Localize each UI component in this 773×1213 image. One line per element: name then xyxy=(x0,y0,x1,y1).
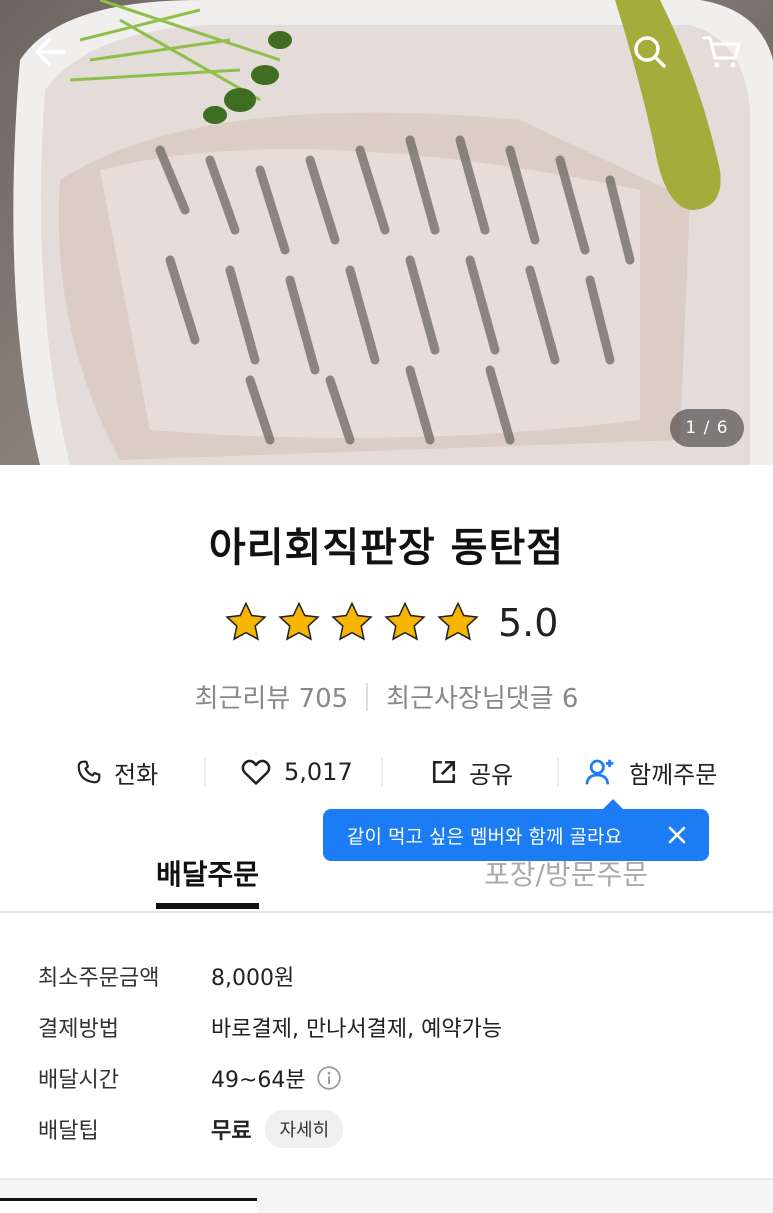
close-icon[interactable] xyxy=(663,821,691,849)
like-count: 5,017 xyxy=(284,758,353,786)
tip-detail-button[interactable]: 자세히 xyxy=(265,1109,344,1148)
info-value-wrap: 49~64분 xyxy=(211,1062,342,1094)
recent-reviews-link[interactable]: 최근리뷰 705 xyxy=(195,678,349,715)
star-icon xyxy=(331,601,373,641)
search-button[interactable] xyxy=(626,28,674,76)
search-icon xyxy=(634,36,666,68)
star-icon xyxy=(225,601,267,641)
review-summary: 최근리뷰 705 최근사장님댓글 6 xyxy=(0,678,773,715)
share-button[interactable]: 공유 xyxy=(431,750,513,794)
divider xyxy=(366,682,369,711)
info-row-delivery-tip: 배달팁 무료 자세히 xyxy=(38,1103,502,1154)
info-value: 바로결제, 만나서결제, 예약가능 xyxy=(211,1016,503,1042)
info-row-payment: 결제방법 바로결제, 만나서결제, 예약가능 xyxy=(38,1001,502,1052)
share-label: 공유 xyxy=(469,760,514,789)
star-icon xyxy=(278,601,320,641)
star-icon xyxy=(437,601,479,641)
info-icon[interactable] xyxy=(316,1065,342,1091)
add-person-icon xyxy=(585,759,614,785)
info-label: 결제방법 xyxy=(38,1016,119,1042)
cart-button[interactable] xyxy=(698,28,746,76)
divider xyxy=(557,758,559,786)
owner-replies-link[interactable]: 최근사장님댓글 6 xyxy=(386,678,578,715)
rating: 5.0 xyxy=(222,600,558,646)
store-photo[interactable]: 1 / 6 xyxy=(0,0,773,465)
star-rating xyxy=(222,600,482,646)
info-value: 8,000원 xyxy=(211,965,295,991)
info-value-wrap: 무료 자세히 xyxy=(211,1109,344,1148)
rating-score: 5.0 xyxy=(498,601,559,645)
like-button[interactable]: 5,017 xyxy=(240,750,353,794)
call-button[interactable]: 전화 xyxy=(76,750,158,794)
info-value: 49~64분 xyxy=(211,1067,306,1093)
call-label: 전화 xyxy=(114,760,159,789)
cart-icon xyxy=(702,36,741,68)
info-row-delivery-time: 배달시간 49~64분 xyxy=(38,1052,502,1103)
group-order-label: 함께주문 xyxy=(629,760,718,789)
divider xyxy=(204,758,206,786)
share-icon xyxy=(432,760,456,784)
group-order-button[interactable]: 함께주문 xyxy=(585,750,717,794)
divider xyxy=(381,758,383,786)
tooltip-text: 같이 먹고 싶은 멤버와 함께 골라요 xyxy=(347,825,622,848)
image-counter: 1 / 6 xyxy=(670,409,744,447)
info-label: 배달시간 xyxy=(38,1067,119,1093)
info-value: 무료 xyxy=(211,1118,252,1144)
delivery-info: 최소주문금액 8,000원 결제방법 바로결제, 만나서결제, 예약가능 배달시… xyxy=(38,950,502,1154)
heart-icon xyxy=(241,759,271,785)
action-bar: 전화 5,017 공유 함께주문 xyxy=(0,750,773,794)
info-label: 배달팁 xyxy=(38,1118,99,1144)
tab-delivery[interactable]: 배달주문 xyxy=(156,853,259,893)
arrow-left-icon xyxy=(35,38,66,66)
info-label: 최소주문금액 xyxy=(38,965,160,991)
phone-icon xyxy=(77,760,101,784)
active-tab-indicator xyxy=(156,903,259,909)
group-order-tooltip: 같이 먹고 싶은 멤버와 함께 골라요 xyxy=(323,799,709,861)
back-button[interactable] xyxy=(26,28,74,76)
store-name: 아리회직판장 동탄점 xyxy=(208,525,565,571)
star-icon xyxy=(384,601,426,641)
menu-tab-indicator[interactable] xyxy=(0,1198,257,1213)
info-row-min-order: 최소주문금액 8,000원 xyxy=(38,950,502,1001)
